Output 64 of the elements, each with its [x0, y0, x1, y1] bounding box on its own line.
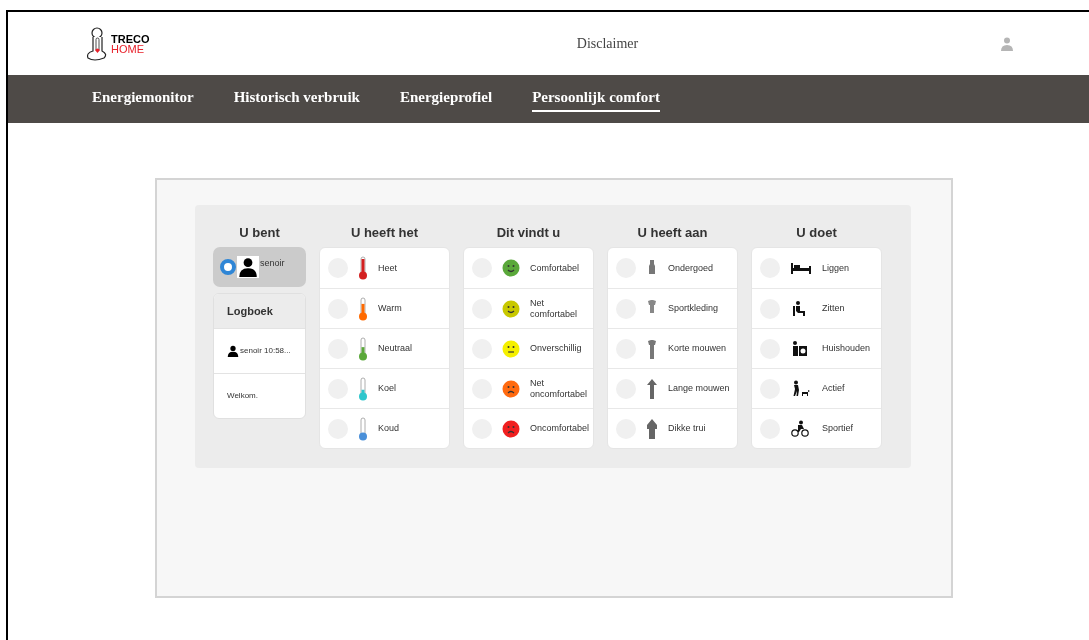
person-icon	[238, 257, 258, 277]
option-label: Ondergoed	[668, 262, 714, 274]
radio-button[interactable]	[220, 259, 236, 275]
option-row[interactable]: Zitten	[752, 288, 881, 328]
disclaimer-link[interactable]: Disclaimer	[464, 33, 1001, 54]
option-label: Koud	[378, 423, 400, 434]
option-row[interactable]: Korte mouwen	[608, 328, 737, 368]
option-label: Actief	[822, 383, 845, 394]
option-label: Sportief	[822, 423, 854, 434]
user-label: senoir	[260, 257, 285, 271]
column-heading: U heeft aan	[637, 224, 708, 243]
cyclist-icon	[790, 420, 812, 437]
option-row[interactable]: Actief	[752, 368, 881, 408]
option-label: Korte mouwen	[668, 343, 727, 354]
option-row[interactable]: Dikke trui	[608, 408, 737, 448]
option-row[interactable]: Net oncomfortabel	[464, 368, 593, 408]
option-row[interactable]: Warm	[320, 288, 449, 328]
option-label: Onverschillig	[530, 343, 582, 354]
nav-tab[interactable]: Energiemonitor	[92, 85, 194, 113]
column-heading: U heeft het	[350, 224, 419, 243]
option-label: Huishouden	[822, 343, 871, 354]
option-row[interactable]: Ondergoed	[608, 248, 737, 288]
option-row[interactable]: Liggen	[752, 248, 881, 288]
option-label: Zitten	[822, 303, 845, 314]
option-row[interactable]: Sportkleding	[608, 288, 737, 328]
column-heading: U bent	[239, 224, 280, 243]
option-label: Lange mouwen	[668, 383, 730, 394]
option-row[interactable]: Huishouden	[752, 328, 881, 368]
nav-tab[interactable]: Historisch verbruik	[233, 85, 360, 113]
option-label: Koel	[378, 383, 396, 394]
option-row[interactable]: Oncomfortabel	[464, 408, 593, 448]
account-button[interactable]	[1001, 36, 1013, 51]
logo[interactable]: TRECO HOME	[84, 26, 464, 61]
logo-text: TRECO	[111, 33, 150, 44]
column-heading: Dit vindt u	[496, 224, 561, 243]
person-icon	[227, 345, 239, 357]
option-label: Net comfortabel	[530, 297, 579, 320]
option-label: Warm	[378, 303, 402, 314]
column-heading: U doet	[796, 224, 837, 243]
user-icon	[1001, 36, 1013, 51]
option-label: Comfortabel	[530, 262, 580, 274]
logbook-title: Logboek	[214, 294, 305, 328]
option-label: Oncomfortabel	[530, 423, 590, 434]
option-label: Heet	[378, 262, 397, 274]
log-entry: senoir 10:58...	[240, 345, 291, 357]
option-label: Dikke trui	[668, 423, 706, 434]
option-row[interactable]: Sportief	[752, 408, 881, 448]
nav-tab[interactable]: Energieprofiel	[399, 85, 493, 113]
option-label: Net oncomfortabel	[530, 377, 589, 400]
log-entry: Welkom.	[227, 390, 258, 402]
option-row[interactable]: Comfortabel	[464, 248, 593, 288]
option-row[interactable]: Koud	[320, 408, 449, 448]
option-row[interactable]: Koel	[320, 368, 449, 408]
option-row[interactable]: Lange mouwen	[608, 368, 737, 408]
option-label: Liggen	[822, 262, 850, 274]
option-row[interactable]: Onverschillig	[464, 328, 593, 368]
option-row[interactable]: Neutraal	[320, 328, 449, 368]
option-label: Neutraal	[378, 343, 413, 354]
option-label: Sportkleding	[668, 303, 719, 314]
option-row[interactable]: Heet	[320, 248, 449, 288]
user-option[interactable]: senoir	[213, 247, 306, 287]
nav-tab[interactable]: Persoonlijk comfort	[532, 85, 660, 113]
logo-subtext: HOME	[111, 43, 144, 54]
option-row[interactable]: Net comfortabel	[464, 288, 593, 328]
